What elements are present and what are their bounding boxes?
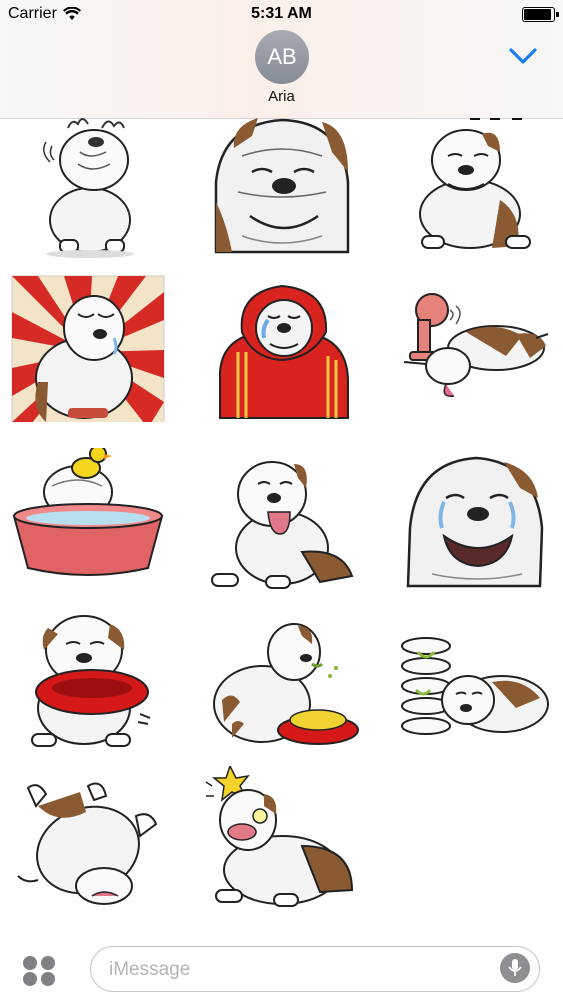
chevron-down-icon[interactable]: [508, 45, 538, 67]
clock: 5:31 AM: [251, 5, 312, 22]
sticker-bulldog-red-hoodie-crying[interactable]: [202, 272, 362, 422]
sticker-bulldog-steaming[interactable]: [8, 118, 168, 262]
sticker-bulldog-tongue-out[interactable]: [202, 448, 362, 598]
sticker-bulldog-sitting-annoyed[interactable]: [396, 118, 556, 262]
compose-bar: iMessage: [0, 946, 563, 1000]
contact-name[interactable]: Aria: [0, 88, 563, 105]
sticker-bulldog-holding-bowl[interactable]: [8, 604, 168, 754]
conversation-header: Carrier 5:31 AM AB Aria: [0, 0, 563, 119]
sticker-bulldog-surprised-star[interactable]: [202, 766, 362, 916]
app-drawer-icon[interactable]: [20, 954, 58, 988]
sticker-bulldog-lying-fan[interactable]: [396, 272, 556, 422]
sticker-bulldog-bath-duck[interactable]: [8, 448, 168, 598]
battery-icon: [522, 7, 559, 22]
sticker-bulldog-big-face-crying[interactable]: [396, 448, 556, 598]
avatar[interactable]: AB: [255, 30, 309, 84]
sticker-bulldog-crying-sunburst[interactable]: [8, 272, 168, 422]
sticker-bulldog-on-back[interactable]: [8, 766, 168, 916]
microphone-icon[interactable]: [500, 953, 530, 983]
microphone-glyph: [508, 959, 522, 976]
sticker-bulldog-stacked-bowls[interactable]: [396, 604, 556, 754]
sticker-bulldog-eating-food[interactable]: [202, 604, 362, 754]
sticker-grid: [0, 118, 563, 946]
message-placeholder: iMessage: [109, 959, 191, 980]
sticker-bulldog-closeup-grumpy[interactable]: [202, 118, 362, 262]
battery-fill: [524, 9, 551, 20]
status-bar: Carrier 5:31 AM: [0, 0, 563, 30]
message-input[interactable]: iMessage: [90, 946, 540, 992]
